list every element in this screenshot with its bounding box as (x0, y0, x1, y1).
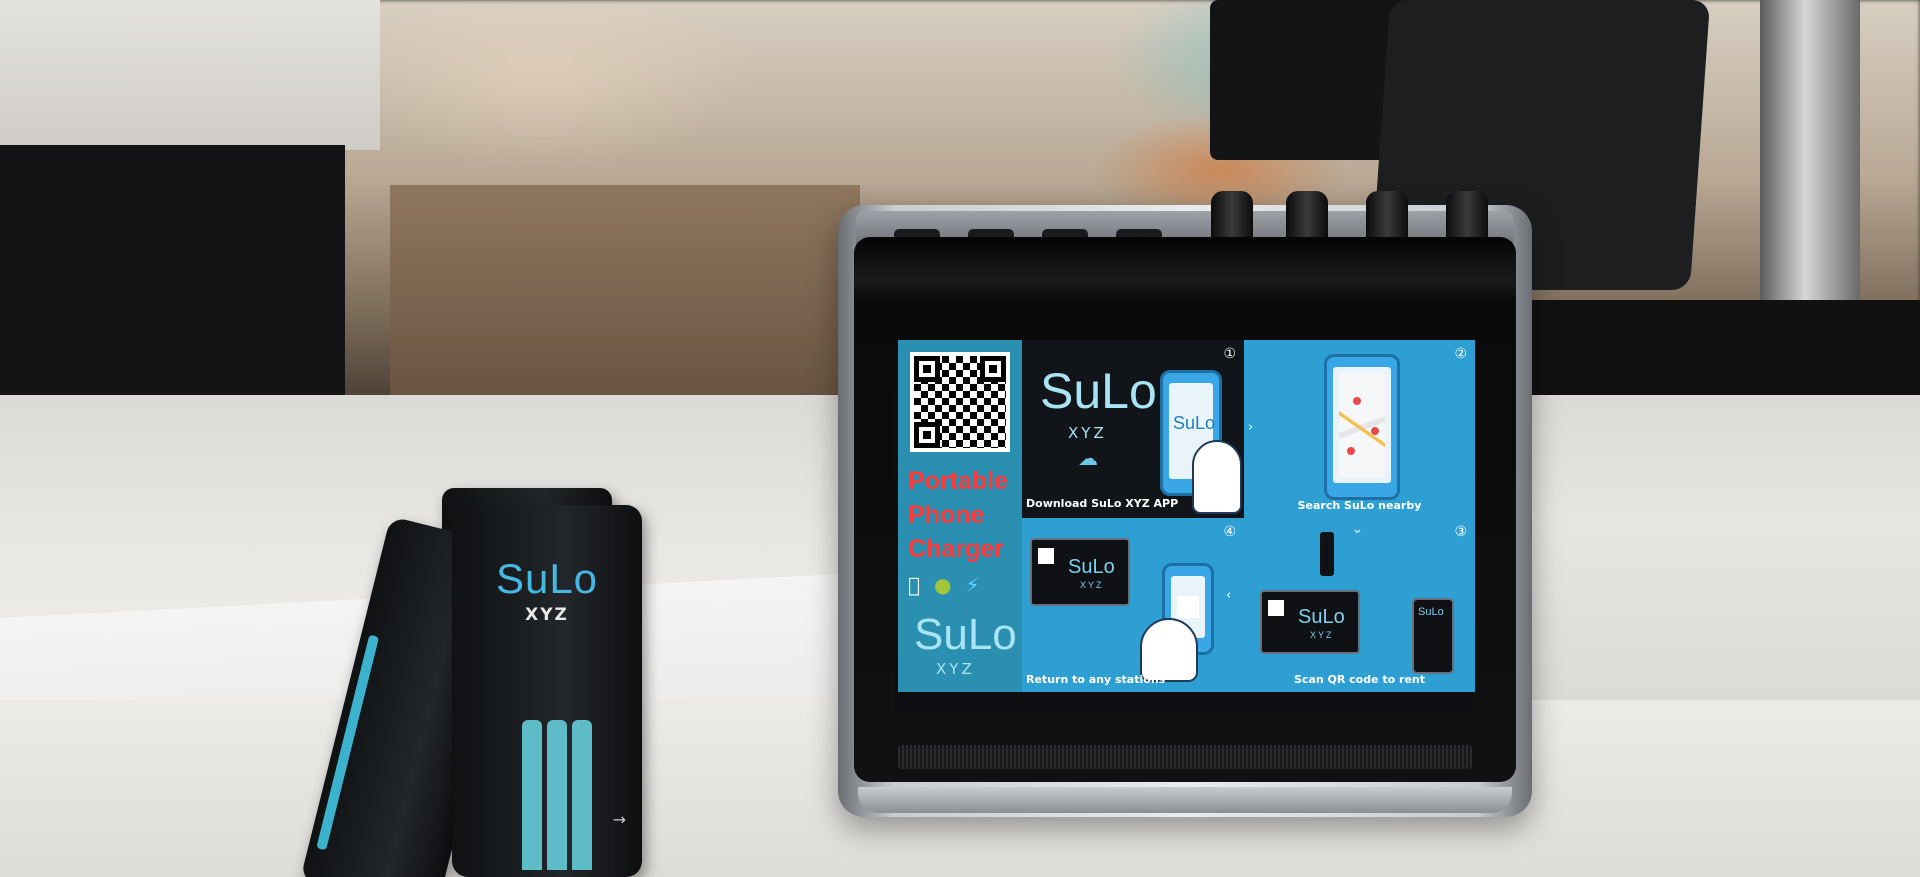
step-number: ① (1223, 346, 1236, 362)
apple-icon:  (908, 573, 920, 597)
promo-text: Portable Phone Charger (908, 464, 1008, 566)
arrow-icon: → (612, 810, 626, 829)
qr-code-icon (1268, 600, 1284, 616)
lightning-icon: ⚡ (953, 573, 979, 597)
step-brand-logo: SuLo (1040, 363, 1157, 419)
mini-station-illustration: SuLo XYZ (1030, 538, 1130, 606)
power-bank-illustration-logo: SuLo (1418, 606, 1444, 618)
screen-brand-logo: SuLo (914, 610, 1017, 659)
mini-station-logo: SuLo (1298, 606, 1345, 628)
step-caption: Return to any stations (1026, 673, 1166, 686)
background-metal-post (1760, 0, 1860, 340)
step-caption: Search SuLo nearby (1297, 499, 1422, 512)
power-bank-logo: SuLo (495, 555, 599, 602)
map-pin-icon (1347, 447, 1355, 455)
counter-right-surface (1500, 515, 1920, 705)
qr-code-icon (910, 352, 1010, 452)
power-bank-illustration (1320, 532, 1334, 576)
map-pin-icon (1371, 427, 1379, 435)
background-wood-cabinet (390, 185, 860, 415)
mini-station-logo: SuLo (1068, 556, 1115, 578)
phone-map-illustration (1324, 354, 1400, 500)
mini-station-sub: XYZ (1080, 580, 1104, 590)
station-display: Portable Phone Charger  ● ⚡ SuLo XYZ ① … (895, 340, 1475, 712)
arrow-down-icon: ⌄ (1352, 522, 1363, 537)
step-number: ④ (1223, 524, 1236, 540)
platform-icons:  ● ⚡ (908, 573, 980, 597)
mini-station-sub: XYZ (1310, 630, 1334, 640)
step-brand-sub: XYZ (1068, 424, 1107, 442)
mini-station-illustration: SuLo XYZ (1260, 590, 1360, 654)
speaker-grille (898, 745, 1472, 769)
cloud-download-icon: ☁ (1078, 446, 1098, 470)
step-number: ③ (1454, 524, 1467, 540)
step-download-app: ① SuLo XYZ ☁ SuLo Download SuLo XYZ APP (1022, 340, 1244, 518)
promo-line: Charger (908, 535, 1004, 563)
power-bank-illustration: SuLo (1412, 598, 1454, 674)
map-pin-icon (1353, 397, 1361, 405)
step-search-nearby: ② › Search SuLo nearby (1244, 340, 1475, 518)
qr-code-icon (1038, 548, 1054, 564)
promo-line: Portable (908, 467, 1009, 495)
background-wall (0, 0, 380, 150)
promo-line: Phone (908, 501, 985, 529)
station-base (858, 787, 1512, 813)
step-caption: Scan QR code to rent (1293, 673, 1426, 686)
qr-code-icon (1177, 596, 1199, 618)
step-return-station: ④ SuLo XYZ ‹ Return to any stations (1022, 518, 1244, 692)
power-bank-front: SuLo XYZ → (452, 505, 642, 877)
power-bank-logo-sub: XYZ (525, 605, 569, 625)
android-icon: ● (922, 573, 951, 597)
step-number: ② (1454, 346, 1467, 362)
step-caption: Download SuLo XYZ APP (1026, 497, 1179, 510)
arrow-left-icon: ‹ (1226, 588, 1232, 603)
screen-brand-sub: XYZ (936, 660, 975, 678)
arrow-right-icon: › (1248, 420, 1254, 435)
phone-app-logo: SuLo (1173, 413, 1216, 433)
promo-panel: Portable Phone Charger  ● ⚡ SuLo XYZ (898, 340, 1022, 692)
photo-scene: SuLo XYZ → Portable Phone Charger ● ⚡ Su… (0, 0, 1920, 877)
power-bank-cables (522, 690, 592, 870)
step-scan-rent: ③ ⌄ SuLo XYZ SuLo Scan QR code to rent (1244, 518, 1475, 692)
